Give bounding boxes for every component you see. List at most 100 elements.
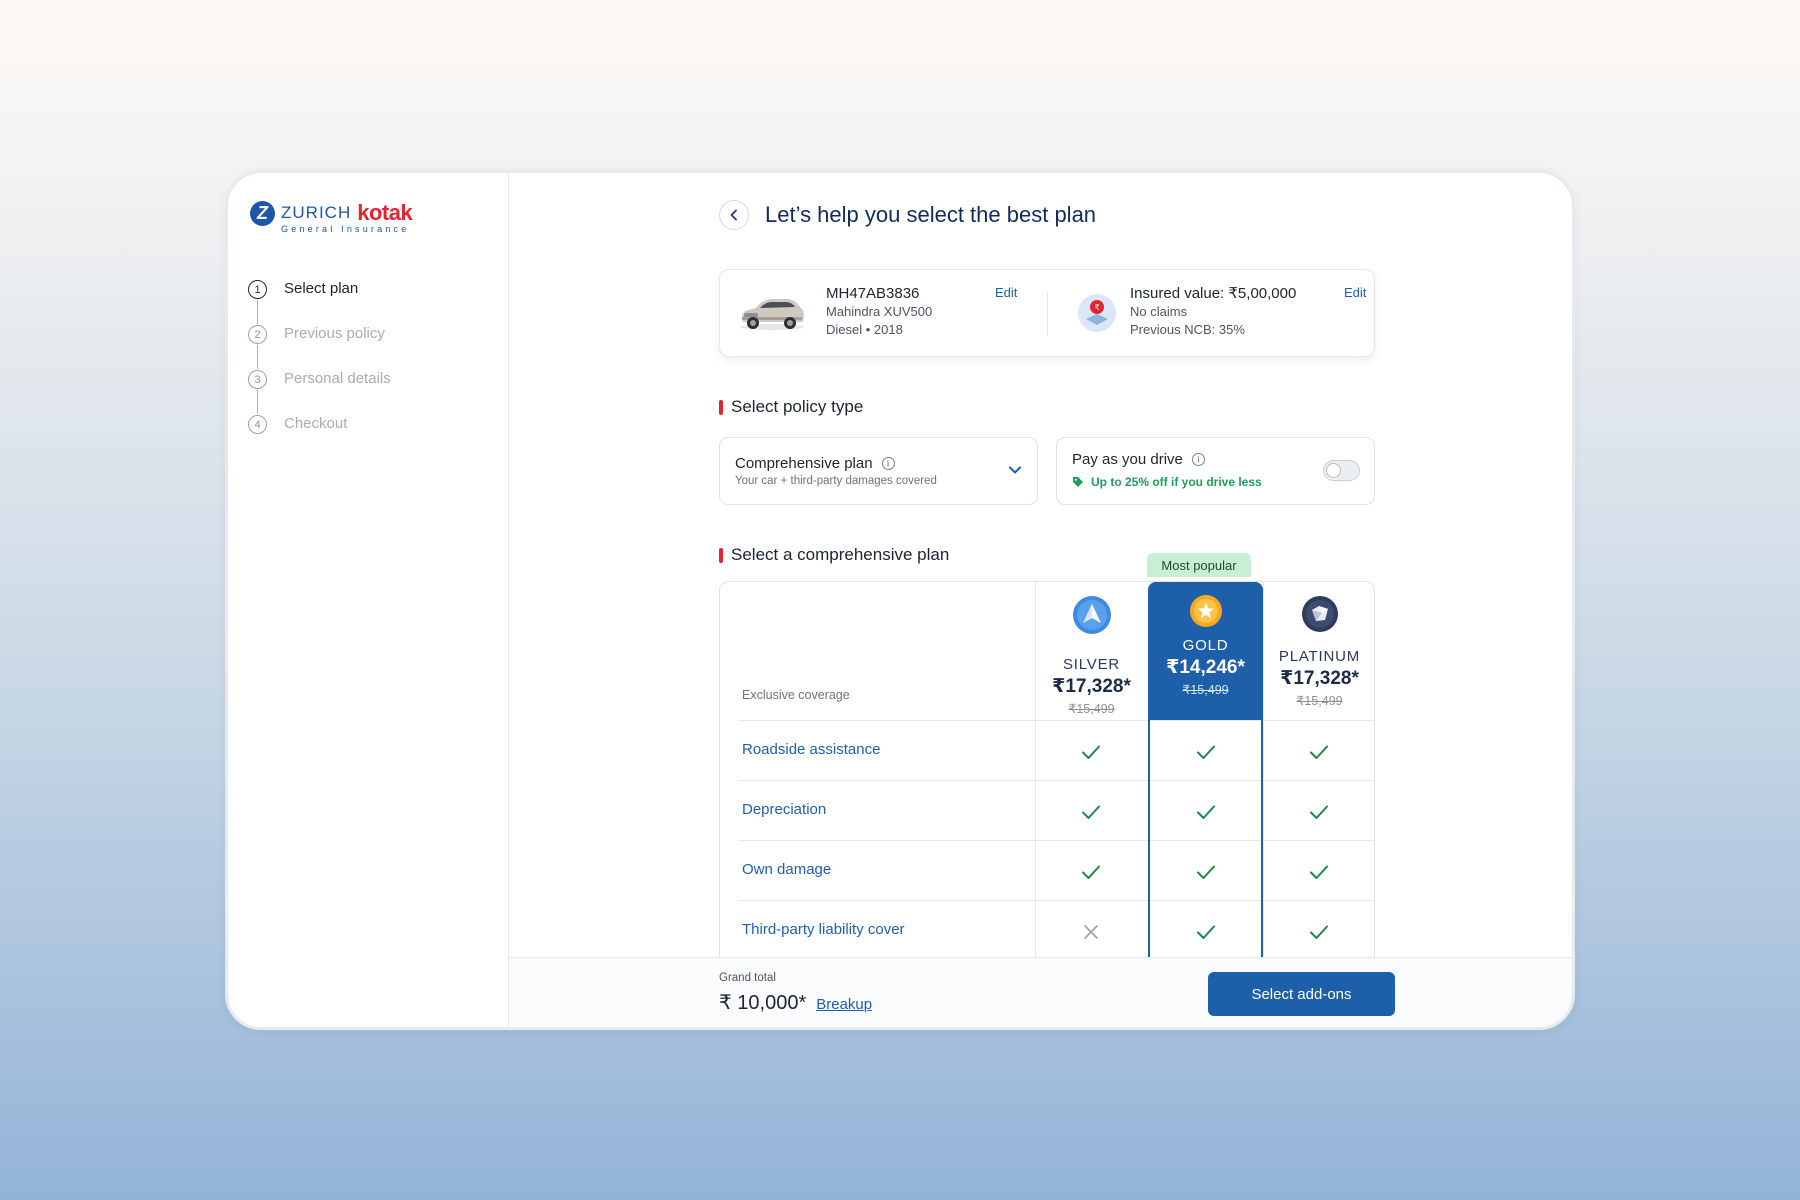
car-icon [740, 299, 804, 330]
back-button[interactable] [719, 200, 749, 230]
row-divider [738, 780, 1374, 782]
claims-status: No claims [1130, 304, 1188, 319]
grand-total-row: ₹ 10,000* Breakup [719, 990, 872, 1015]
insured-value-icon: ₹ [1078, 294, 1116, 332]
plan-platinum[interactable]: PLATINUM ₹17,328* ₹15,499 [1263, 582, 1374, 720]
insured-value: Insured value: ₹5,00,000 [1130, 285, 1297, 302]
chevron-left-icon [730, 209, 737, 221]
zurich-logo-icon: Z [250, 200, 275, 226]
payd-offer: Up to 25% off if you drive less [1072, 475, 1262, 489]
edit-insurance-link[interactable]: Edit [1344, 285, 1366, 300]
info-icon[interactable]: i [1191, 453, 1205, 466]
step-connector [257, 345, 259, 369]
stepper: 1 Select plan 2 Previous policy 3 Person… [248, 278, 391, 458]
brand-logo: Z ZURICH kotak General Insurance [250, 200, 413, 234]
check-icon [1082, 805, 1100, 819]
grand-total-label: Grand total [719, 972, 776, 984]
vehicle-model: Mahindra XUV500 [826, 304, 933, 319]
footer-bar: Grand total ₹ 10,000* Breakup Select add… [509, 957, 1572, 1027]
plan-gold[interactable]: GOLD ₹14,246* ₹15,499 [1148, 582, 1263, 720]
edit-vehicle-link[interactable]: Edit [995, 285, 1017, 300]
check-icon [1197, 925, 1215, 939]
tag-icon [1073, 477, 1083, 487]
dropdown-description: Your car + third-party damages covered [735, 475, 937, 487]
step-previous-policy[interactable]: 2 Previous policy [248, 323, 391, 369]
plan-comparison-table: Exclusive coverage SILVER ₹17,328* ₹15,4… [719, 581, 1375, 981]
plan-name: PLATINUM [1278, 648, 1361, 665]
feature-own-damage: Own damage [742, 861, 832, 878]
payd-offer-text: Up to 25% off if you drive less [1091, 475, 1262, 489]
plan-original-price: ₹15,499 [1182, 683, 1229, 697]
step-number: 1 [248, 280, 267, 299]
svg-text:₹: ₹ [1094, 303, 1099, 312]
step-select-plan[interactable]: 1 Select plan [248, 278, 391, 324]
step-connector [257, 390, 259, 414]
feature-depreciation: Depreciation [742, 801, 827, 818]
brand-zurich: ZURICH [281, 203, 352, 222]
dropdown-title-row: Comprehensive plan i [735, 455, 895, 472]
step-number: 3 [248, 370, 267, 389]
vehicle-fuel-year: Diesel • 2018 [826, 322, 903, 337]
silver-arrow-icon [1072, 596, 1111, 634]
check-icon [1310, 865, 1328, 879]
vehicle-summary-card: MH47AB3836 Mahindra XUV500 Diesel • 2018… [719, 269, 1375, 357]
policy-type-dropdown[interactable]: Comprehensive plan i Your car + third-pa… [719, 437, 1038, 505]
plan-name: GOLD [1182, 637, 1229, 654]
cross-icon [1084, 925, 1098, 939]
policy-type-heading: Select policy type [719, 397, 863, 417]
divider [1047, 292, 1048, 336]
step-label: Previous policy [284, 325, 385, 342]
step-label: Checkout [284, 415, 348, 432]
toggle-knob [1326, 463, 1341, 478]
gold-star-icon [1189, 595, 1222, 627]
check-icon [1197, 745, 1215, 759]
check-icon [1310, 805, 1328, 819]
dropdown-selected-value: Comprehensive plan [735, 455, 873, 472]
check-icon [1082, 745, 1100, 759]
pay-as-you-drive-toggle[interactable] [1323, 460, 1360, 481]
info-icon[interactable]: i [881, 457, 895, 470]
payd-title: Pay as you drive [1072, 451, 1183, 468]
check-icon [1082, 865, 1100, 879]
vehicle-details: MH47AB3836 Mahindra XUV500 Diesel • 2018 [826, 284, 932, 339]
step-number: 2 [248, 325, 267, 344]
platinum-gem-icon [1301, 596, 1338, 632]
check-icon [1197, 805, 1215, 819]
select-add-ons-button[interactable]: Select add-ons [1208, 972, 1395, 1016]
step-number: 4 [248, 415, 267, 434]
plan-original-price: ₹15,499 [1068, 702, 1115, 716]
vehicle-registration: MH47AB3836 [826, 285, 920, 302]
main-content: Let’s help you select the best plan MH47… [509, 173, 1572, 1027]
plan-price: ₹14,246* [1166, 657, 1245, 678]
plan-price: ₹17,328* [1052, 676, 1131, 697]
brand-subtitle: General Insurance [281, 224, 410, 234]
insurance-details: Insured value: ₹5,00,000 No claims Previ… [1130, 284, 1296, 339]
plan-original-price: ₹15,499 [1296, 694, 1343, 708]
payd-title-row: Pay as you drive i [1072, 451, 1205, 468]
plan-price: ₹17,328* [1280, 668, 1359, 689]
check-icon [1310, 925, 1328, 939]
check-icon [1197, 865, 1215, 879]
most-popular-badge: Most popular [1147, 553, 1251, 577]
sidebar: Z ZURICH kotak General Insurance 1 Selec… [228, 173, 509, 1027]
feature-third-party-liability: Third-party liability cover [742, 921, 905, 938]
pay-as-you-drive-card: Pay as you drive i Up to 25% off if you … [1056, 437, 1375, 505]
breakup-link[interactable]: Breakup [816, 996, 872, 1013]
step-personal-details[interactable]: 3 Personal details [248, 368, 391, 414]
row-divider [738, 840, 1374, 842]
grand-total-value: ₹ 10,000* [719, 992, 807, 1014]
check-icon [1310, 745, 1328, 759]
plan-name: SILVER [1062, 656, 1121, 673]
chevron-down-icon [1009, 466, 1021, 474]
brand-kotak: kotak [357, 200, 413, 225]
page-header: Let’s help you select the best plan [719, 200, 1096, 230]
step-label: Personal details [284, 370, 391, 387]
step-checkout[interactable]: 4 Checkout [248, 413, 391, 458]
exclusive-coverage-label: Exclusive coverage [742, 688, 850, 702]
plan-silver[interactable]: SILVER ₹17,328* ₹15,499 [1035, 582, 1148, 720]
previous-ncb: Previous NCB: 35% [1130, 322, 1245, 337]
plans-heading: Select a comprehensive plan [719, 545, 949, 565]
feature-roadside-assistance: Roadside assistance [742, 741, 881, 758]
step-connector [257, 300, 259, 324]
row-divider [738, 720, 1374, 722]
